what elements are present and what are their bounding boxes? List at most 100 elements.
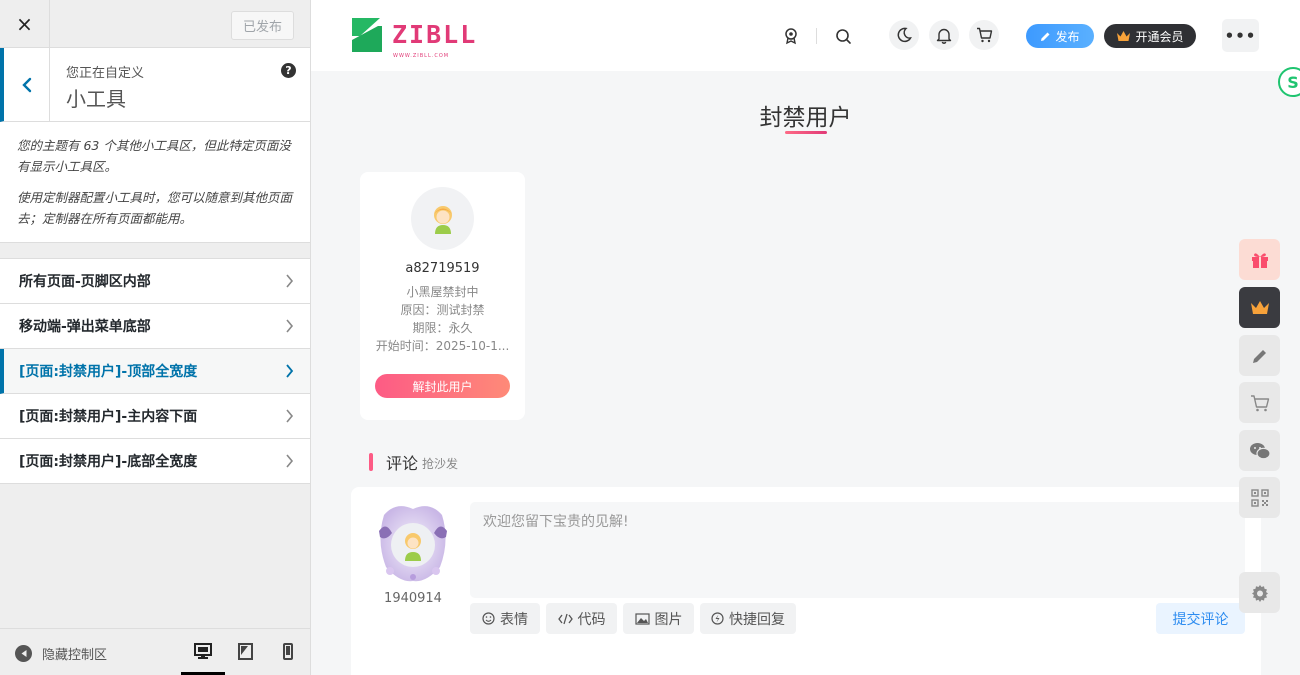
quick-reply-button[interactable]: 快捷回复 bbox=[700, 603, 796, 634]
badge-icon bbox=[785, 28, 797, 45]
vip-float-button[interactable] bbox=[1239, 287, 1280, 328]
customizer-toolbar: × 已发布 bbox=[0, 0, 310, 48]
widget-area-item[interactable]: [页面:封禁用户]-主内容下面 bbox=[0, 394, 310, 439]
user-name: a82719519 bbox=[405, 261, 480, 276]
notification-button[interactable] bbox=[929, 20, 959, 50]
settings-float-button[interactable] bbox=[1239, 572, 1280, 613]
publish-button[interactable]: 已发布 bbox=[231, 11, 294, 40]
widget-area-item-active[interactable]: [页面:封禁用户]-顶部全宽度 bbox=[0, 349, 310, 394]
widget-area-list: 所有页面-页脚区内部 移动端-弹出菜单底部 [页面:封禁用户]-顶部全宽度 [页… bbox=[0, 258, 310, 484]
cart-icon bbox=[1250, 394, 1269, 411]
widget-area-label: [页面:封禁用户]-底部全宽度 bbox=[19, 454, 198, 470]
widget-area-label: 移动端-弹出菜单底部 bbox=[19, 319, 151, 335]
preview-mobile-button[interactable] bbox=[266, 639, 310, 675]
hot-button[interactable] bbox=[779, 24, 803, 48]
cart-button[interactable] bbox=[969, 20, 999, 50]
avatar[interactable] bbox=[411, 187, 474, 250]
chevron-right-icon bbox=[286, 319, 294, 333]
chevron-right-icon bbox=[286, 364, 294, 378]
comments-subtitle: 抢沙发 bbox=[422, 457, 459, 471]
site-preview: ZIBLL WWW.ZIBLL.COM 发布 开通会员 ••• S 封禁用户 a… bbox=[311, 0, 1300, 675]
section-header: 您正在自定义 小工具 ? bbox=[0, 48, 310, 122]
crown-icon bbox=[1250, 301, 1269, 314]
hide-controls-button[interactable]: 隐藏控制区 bbox=[15, 644, 107, 663]
widget-area-item[interactable]: [页面:封禁用户]-底部全宽度 bbox=[0, 439, 310, 484]
avatar-frame-icon bbox=[379, 506, 447, 582]
description-text: 您的主题有 63 个其他小工具区，但此特定页面没有显示小工具区。 bbox=[17, 138, 291, 174]
site-logo[interactable]: ZIBLL WWW.ZIBLL.COM bbox=[350, 16, 477, 59]
ban-start-time: 开始时间：2025-10-1... bbox=[375, 339, 510, 353]
cart-float-button[interactable] bbox=[1239, 382, 1280, 423]
widget-area-item[interactable]: 移动端-弹出菜单底部 bbox=[0, 304, 310, 349]
chevron-right-icon bbox=[286, 454, 294, 468]
quick-reply-label: 快捷回复 bbox=[729, 611, 785, 628]
customizer-panel: × 已发布 您正在自定义 小工具 ? 您的主题有 63 个其他小工具区，但此特定… bbox=[0, 0, 311, 675]
floating-chat-icon[interactable]: S bbox=[1278, 67, 1300, 97]
collapse-icon bbox=[15, 645, 32, 662]
commenter-avatar[interactable] bbox=[376, 501, 450, 583]
back-button[interactable] bbox=[4, 48, 50, 122]
vip-label: 开通会员 bbox=[1135, 29, 1184, 44]
more-button[interactable]: ••• bbox=[1222, 19, 1259, 52]
close-button[interactable]: × bbox=[0, 0, 50, 48]
comment-form: 1940914 表情 代码 图片 快捷回复 提交评论 bbox=[351, 487, 1261, 675]
page-title: 封禁用户 bbox=[759, 105, 852, 131]
pencil-icon bbox=[1252, 349, 1266, 363]
comment-input[interactable] bbox=[470, 502, 1245, 598]
image-button[interactable]: 图片 bbox=[623, 603, 694, 634]
chevron-right-icon bbox=[286, 409, 294, 423]
bell-icon bbox=[936, 28, 952, 44]
code-icon bbox=[557, 613, 573, 624]
comments-heading: 评论 抢沙发 bbox=[369, 450, 458, 474]
moon-icon bbox=[897, 27, 912, 43]
wechat-icon bbox=[1249, 442, 1271, 459]
mobile-icon bbox=[283, 643, 293, 660]
commenter-name: 1940914 bbox=[384, 591, 442, 606]
qrcode-icon bbox=[1250, 488, 1269, 507]
edit-float-button[interactable] bbox=[1239, 335, 1280, 376]
preview-desktop-button[interactable] bbox=[181, 639, 225, 675]
desktop-icon bbox=[194, 643, 212, 659]
post-label: 发布 bbox=[1055, 29, 1080, 44]
dark-mode-button[interactable] bbox=[889, 20, 919, 50]
vip-button[interactable]: 开通会员 bbox=[1104, 24, 1196, 48]
submit-comment-button[interactable]: 提交评论 bbox=[1156, 603, 1245, 634]
smile-icon bbox=[482, 612, 495, 625]
hide-controls-label: 隐藏控制区 bbox=[42, 648, 108, 663]
gift-icon bbox=[1251, 252, 1268, 268]
title-underline bbox=[785, 131, 827, 134]
search-button[interactable] bbox=[831, 24, 855, 48]
chevron-right-icon bbox=[286, 274, 294, 288]
image-label: 图片 bbox=[654, 611, 683, 628]
gift-button[interactable] bbox=[1239, 239, 1280, 280]
emoji-button[interactable]: 表情 bbox=[470, 603, 540, 634]
help-icon[interactable]: ? bbox=[281, 63, 296, 78]
qrcode-float-button[interactable] bbox=[1239, 477, 1280, 518]
user-avatar-icon bbox=[433, 205, 452, 234]
widget-area-item[interactable]: 所有页面-页脚区内部 bbox=[0, 259, 310, 304]
site-header: ZIBLL WWW.ZIBLL.COM 发布 开通会员 ••• bbox=[311, 0, 1300, 71]
ban-term: 期限：永久 bbox=[412, 321, 473, 335]
preview-tablet-button[interactable] bbox=[223, 639, 267, 675]
cart-icon bbox=[976, 27, 992, 43]
unban-button[interactable]: 解封此用户 bbox=[375, 374, 510, 398]
description-text: 使用定制器配置小工具时，您可以随意到其他页面去；定制器在所有页面都能用。 bbox=[17, 190, 293, 226]
tablet-icon bbox=[237, 643, 253, 660]
section-subtitle: 您正在自定义 bbox=[66, 66, 145, 81]
section-description: 您的主题有 63 个其他小工具区，但此特定页面没有显示小工具区。 使用定制器配置… bbox=[0, 122, 310, 243]
wechat-float-button[interactable] bbox=[1239, 430, 1280, 471]
heading-accent bbox=[369, 453, 373, 471]
code-button[interactable]: 代码 bbox=[546, 603, 617, 634]
section-title: 小工具 bbox=[66, 87, 126, 111]
post-button[interactable]: 发布 bbox=[1026, 24, 1094, 48]
pencil-icon bbox=[1041, 32, 1050, 41]
widget-area-label: [页面:封禁用户]-顶部全宽度 bbox=[19, 364, 198, 380]
widget-area-label: 所有页面-页脚区内部 bbox=[19, 274, 151, 290]
header-divider bbox=[816, 28, 817, 44]
widget-area-label: [页面:封禁用户]-主内容下面 bbox=[19, 409, 198, 425]
ban-status: 小黑屋禁封中 bbox=[406, 285, 479, 299]
logo-mark-icon bbox=[352, 18, 382, 52]
image-icon bbox=[634, 612, 650, 625]
quick-reply-icon bbox=[711, 612, 724, 625]
logo-subtext: WWW.ZIBLL.COM bbox=[393, 53, 450, 59]
